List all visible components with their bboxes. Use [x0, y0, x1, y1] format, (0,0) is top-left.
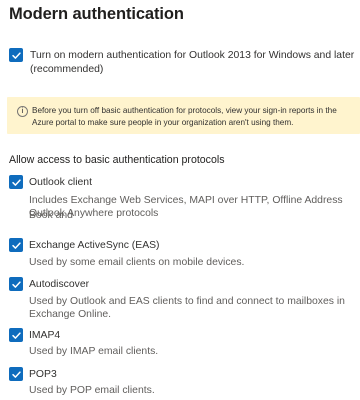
checkmark-icon [11, 331, 21, 339]
pop3-checkbox[interactable] [9, 367, 23, 381]
imap4-checkbox[interactable] [9, 328, 23, 342]
modern-auth-label: Turn on modern authentication for Outloo… [30, 50, 355, 61]
autodiscover-checkbox[interactable] [9, 277, 23, 291]
section-title: Allow access to basic authentication pro… [9, 154, 225, 166]
info-message-text: Before you turn off basic authentication… [32, 105, 360, 128]
checkmark-icon [11, 51, 21, 59]
protocol-name: Autodiscover [29, 279, 90, 290]
protocol-description: Used by POP email clients. [29, 385, 155, 396]
checkmark-icon [11, 241, 21, 249]
protocol-name: POP3 [29, 369, 57, 380]
protocol-name: Exchange ActiveSync (EAS) [29, 240, 160, 251]
protocol-description: Used by IMAP email clients. [29, 346, 159, 357]
outlook-client-checkbox[interactable] [9, 175, 23, 189]
protocol-description: Used by some email clients on mobile dev… [29, 257, 245, 268]
info-message-line: Before you turn off basic authentication… [32, 106, 337, 115]
checkmark-icon [11, 178, 21, 186]
info-message-line: Azure portal to make sure people in your… [32, 117, 294, 127]
checkmark-icon [11, 370, 21, 378]
modern-auth-checkbox[interactable] [9, 48, 23, 62]
modern-auth-label-cont: (recommended) [30, 64, 104, 75]
protocol-description: Exchange Online. [29, 309, 112, 320]
page-title: Modern authentication [9, 5, 184, 23]
checkmark-icon [11, 280, 21, 288]
protocol-name: Outlook client [29, 177, 92, 188]
info-icon: i [17, 106, 28, 117]
protocol-name: IMAP4 [29, 330, 61, 341]
protocol-description: Outlook Anywhere protocols [29, 208, 159, 219]
eas-checkbox[interactable] [9, 238, 23, 252]
info-message-bar: i Before you turn off basic authenticati… [7, 97, 360, 134]
